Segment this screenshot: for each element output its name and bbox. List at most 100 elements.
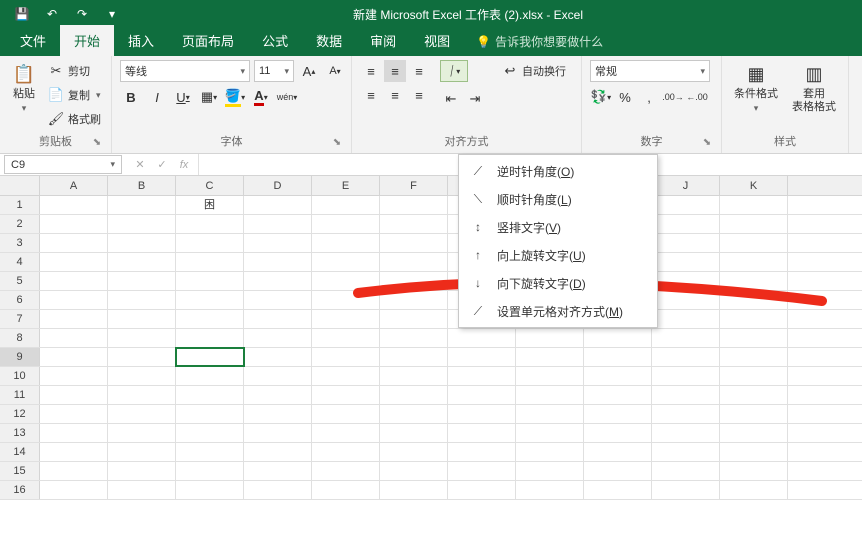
cell[interactable] (176, 253, 244, 271)
cell[interactable] (176, 386, 244, 404)
phonetic-button[interactable]: wén▾ (276, 86, 298, 108)
row-header[interactable]: 2 (0, 215, 40, 233)
cell[interactable] (244, 424, 312, 442)
cell[interactable] (652, 215, 720, 233)
cell[interactable] (380, 329, 448, 347)
cell[interactable] (652, 424, 720, 442)
cell[interactable] (448, 481, 516, 499)
cell[interactable] (380, 367, 448, 385)
orientation-button[interactable]: ⟋▾ (440, 60, 468, 82)
cell[interactable] (652, 234, 720, 252)
cell[interactable] (652, 196, 720, 214)
cell[interactable] (448, 405, 516, 423)
cell[interactable] (652, 272, 720, 290)
comma-button[interactable]: , (638, 86, 660, 108)
cell[interactable] (652, 481, 720, 499)
cell[interactable] (108, 462, 176, 480)
cell[interactable] (720, 291, 788, 309)
align-bottom-button[interactable]: ≡ (408, 60, 430, 82)
cell[interactable] (720, 196, 788, 214)
row-header[interactable]: 13 (0, 424, 40, 442)
cell[interactable] (380, 234, 448, 252)
cell[interactable] (584, 481, 652, 499)
align-right-button[interactable]: ≡ (408, 84, 430, 106)
row-header[interactable]: 9 (0, 348, 40, 366)
table-format-button[interactable]: ▥ 套用 表格格式 (788, 60, 840, 116)
menu-rotate-down[interactable]: ↓向下旋转文字(D) (461, 269, 655, 297)
tab-review[interactable]: 审阅 (356, 25, 410, 56)
cell[interactable] (176, 367, 244, 385)
cell[interactable] (720, 481, 788, 499)
fx-button[interactable]: fx (174, 159, 194, 171)
cell[interactable] (312, 405, 380, 423)
row-header[interactable]: 4 (0, 253, 40, 271)
cell[interactable] (244, 253, 312, 271)
tab-page-layout[interactable]: 页面布局 (168, 25, 248, 56)
row-header[interactable]: 14 (0, 443, 40, 461)
menu-alignment-settings[interactable]: ⟋设置单元格对齐方式(M) (461, 297, 655, 325)
currency-button[interactable]: 💱▾ (590, 86, 612, 108)
cell[interactable] (516, 443, 584, 461)
cell[interactable] (380, 462, 448, 480)
cell[interactable] (380, 443, 448, 461)
cell[interactable] (652, 291, 720, 309)
cell[interactable] (312, 386, 380, 404)
cell[interactable] (40, 291, 108, 309)
tab-view[interactable]: 视图 (410, 25, 464, 56)
cell[interactable] (244, 196, 312, 214)
cell[interactable] (448, 329, 516, 347)
cell[interactable] (40, 462, 108, 480)
cell[interactable] (380, 481, 448, 499)
cell[interactable] (40, 329, 108, 347)
cell[interactable] (312, 310, 380, 328)
underline-button[interactable]: U▾ (172, 86, 194, 108)
cell[interactable] (244, 462, 312, 480)
qat-customize-button[interactable]: ▾ (100, 3, 124, 25)
cell[interactable] (40, 481, 108, 499)
cell[interactable] (720, 329, 788, 347)
cell[interactable] (652, 253, 720, 271)
wrap-text-button[interactable]: ↩自动换行 (500, 60, 568, 82)
cell[interactable] (720, 367, 788, 385)
cell[interactable] (516, 462, 584, 480)
cell[interactable] (40, 348, 108, 366)
tab-insert[interactable]: 插入 (114, 25, 168, 56)
cell[interactable] (40, 196, 108, 214)
cell[interactable] (516, 405, 584, 423)
cell[interactable] (40, 424, 108, 442)
row-header[interactable]: 12 (0, 405, 40, 423)
tab-data[interactable]: 数据 (302, 25, 356, 56)
cell[interactable] (720, 253, 788, 271)
save-button[interactable]: 💾 (10, 3, 34, 25)
decrease-decimal-button[interactable]: ←.00 (686, 86, 708, 108)
cell[interactable] (312, 215, 380, 233)
cell[interactable] (108, 405, 176, 423)
align-middle-button[interactable]: ≡ (384, 60, 406, 82)
cell[interactable] (448, 386, 516, 404)
decrease-indent-button[interactable]: ⇤ (440, 88, 462, 110)
cell[interactable] (516, 481, 584, 499)
percent-button[interactable]: % (614, 86, 636, 108)
menu-vertical-text[interactable]: ↕竖排文字(V) (461, 213, 655, 241)
cell[interactable] (652, 348, 720, 366)
cell[interactable] (176, 215, 244, 233)
cell[interactable] (652, 462, 720, 480)
cut-button[interactable]: ✂剪切 (46, 60, 103, 82)
redo-button[interactable]: ↷ (70, 3, 94, 25)
cell[interactable] (108, 443, 176, 461)
number-launcher-icon[interactable]: ⬊ (701, 137, 713, 149)
cell[interactable] (380, 424, 448, 442)
cell[interactable] (244, 329, 312, 347)
format-painter-button[interactable]: 🖌格式刷 (46, 108, 103, 130)
column-header[interactable]: D (244, 176, 312, 195)
cell[interactable] (584, 348, 652, 366)
column-header[interactable]: B (108, 176, 176, 195)
row-header[interactable]: 10 (0, 367, 40, 385)
increase-indent-button[interactable]: ⇥ (464, 88, 486, 110)
cell[interactable] (652, 386, 720, 404)
cell[interactable] (244, 215, 312, 233)
cell[interactable] (380, 348, 448, 366)
row-header[interactable]: 8 (0, 329, 40, 347)
cell[interactable] (584, 405, 652, 423)
cell[interactable] (448, 443, 516, 461)
